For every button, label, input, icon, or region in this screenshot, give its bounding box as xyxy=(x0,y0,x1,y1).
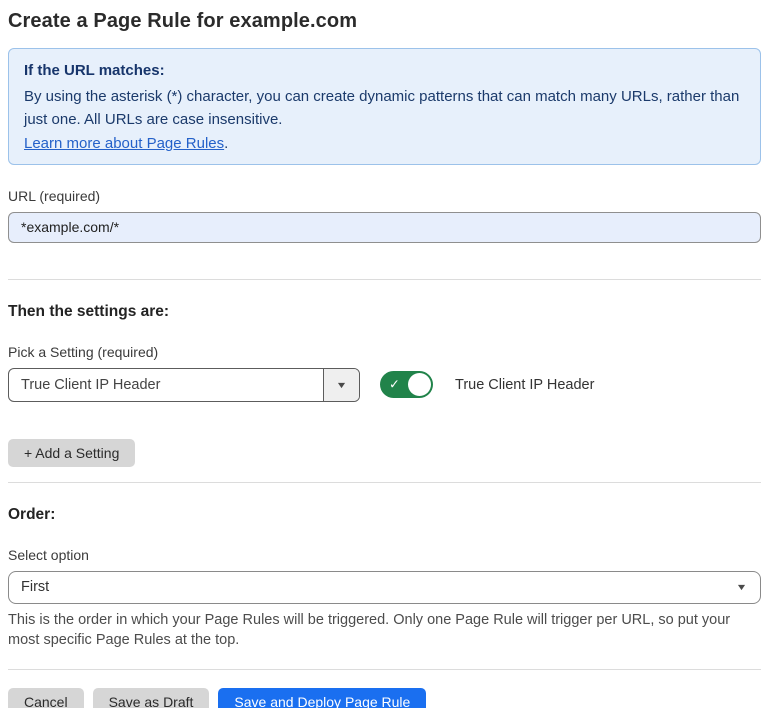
info-box-body: By using the asterisk (*) character, you… xyxy=(24,85,745,132)
url-field-label: URL (required) xyxy=(8,188,761,204)
page-title: Create a Page Rule for example.com xyxy=(8,10,761,33)
add-setting-button[interactable]: + Add a Setting xyxy=(8,439,135,467)
toggle-label: True Client IP Header xyxy=(455,377,594,393)
order-select-value: First xyxy=(21,579,737,595)
setting-row: True Client IP Header ▼ ✓ True Client IP… xyxy=(8,368,761,402)
learn-more-link[interactable]: Learn more about Page Rules xyxy=(24,135,224,152)
chevron-down-icon: ▼ xyxy=(736,582,748,592)
toggle-wrap: ✓ True Client IP Header xyxy=(380,371,594,398)
cancel-button[interactable]: Cancel xyxy=(8,688,84,708)
info-box-heading: If the URL matches: xyxy=(24,62,745,79)
order-section-heading: Order: xyxy=(8,506,761,524)
pick-setting-label: Pick a Setting (required) xyxy=(8,344,761,360)
section-divider xyxy=(8,279,761,280)
toggle-knob xyxy=(408,373,431,396)
settings-section-heading: Then the settings are: xyxy=(8,303,761,321)
check-icon: ✓ xyxy=(389,376,400,392)
setting-dropdown[interactable]: True Client IP Header ▼ xyxy=(8,368,360,402)
setting-dropdown-value: True Client IP Header xyxy=(9,369,323,401)
create-page-rule-form: Create a Page Rule for example.com If th… xyxy=(0,0,769,708)
order-select[interactable]: First ▼ xyxy=(8,571,761,604)
true-client-ip-toggle[interactable]: ✓ xyxy=(380,371,433,398)
form-actions: Cancel Save as Draft Save and Deploy Pag… xyxy=(8,688,761,708)
save-draft-button[interactable]: Save as Draft xyxy=(93,688,210,708)
link-suffix: . xyxy=(224,135,228,152)
setting-dropdown-arrow-button[interactable]: ▼ xyxy=(323,369,359,401)
url-input[interactable] xyxy=(8,212,761,243)
section-divider xyxy=(8,669,761,670)
order-select-label: Select option xyxy=(8,547,761,563)
info-link-row: Learn more about Page Rules. xyxy=(24,135,745,152)
save-deploy-button[interactable]: Save and Deploy Page Rule xyxy=(218,688,426,708)
order-help-text: This is the order in which your Page Rul… xyxy=(8,610,761,651)
chevron-down-icon: ▼ xyxy=(335,380,347,390)
url-match-info-box: If the URL matches: By using the asteris… xyxy=(8,48,761,165)
section-divider xyxy=(8,482,761,483)
